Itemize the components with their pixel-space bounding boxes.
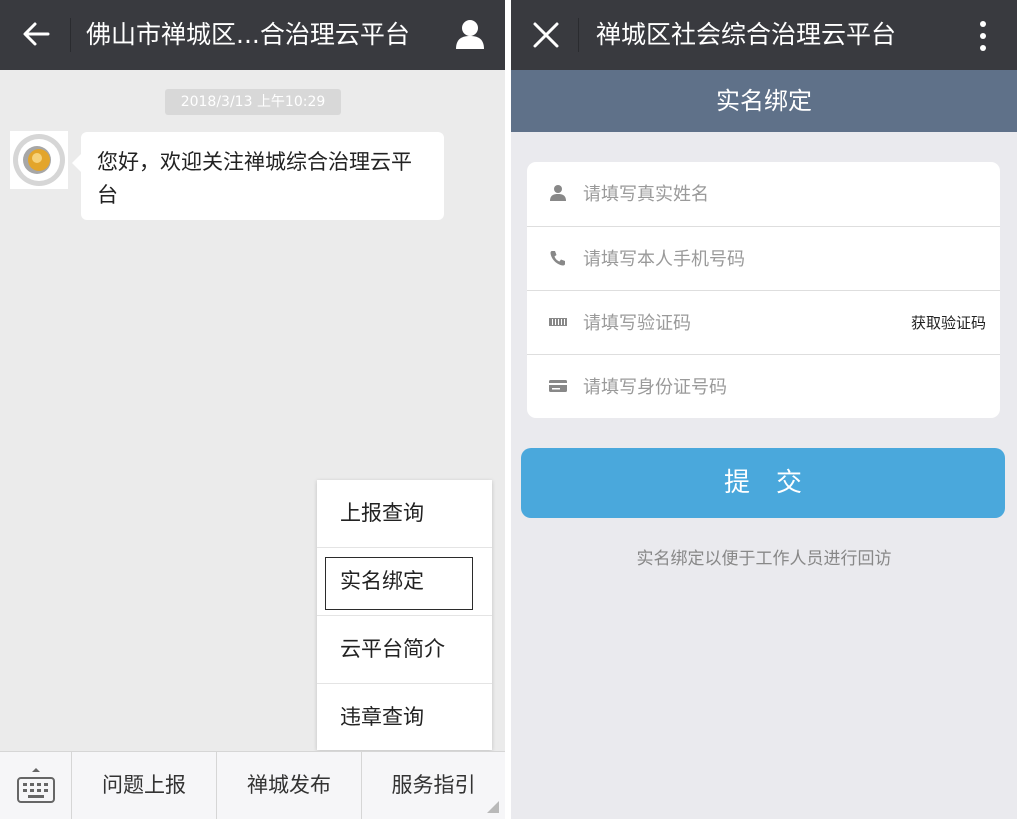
menu-button-label: 服务指引: [391, 773, 476, 797]
real-name-input[interactable]: [583, 162, 883, 226]
form-row-code: 获取验证码: [527, 290, 1000, 355]
submit-button[interactable]: 提交: [521, 448, 1005, 518]
form-panel: 禅城区社会综合治理云平台 实名绑定 获取验证码: [511, 0, 1017, 819]
back-arrow-icon[interactable]: [18, 16, 54, 52]
form-row-name: [527, 162, 1000, 226]
chat-title: 佛山市禅城区...合治理云平台: [86, 20, 410, 49]
binding-note: 实名绑定以便于工作人员进行回访: [636, 549, 892, 569]
message-bubble: 您好，欢迎关注禅城综合治理云平台: [72, 132, 444, 220]
menu-item-platform-intro[interactable]: 云平台简介: [317, 615, 492, 682]
barcode-icon: [549, 318, 567, 326]
divider: [70, 18, 71, 52]
more-options-icon[interactable]: [979, 20, 987, 52]
chat-top-bar: 佛山市禅城区...合治理云平台: [0, 0, 505, 70]
person-icon[interactable]: [455, 18, 485, 50]
person-icon: [550, 185, 566, 201]
menu-item-report-query[interactable]: 上报查询: [317, 480, 492, 547]
keyboard-icon: [17, 768, 55, 803]
menu-button-problem-report[interactable]: 问题上报: [72, 752, 217, 819]
official-account-avatar[interactable]: [10, 131, 68, 189]
menu-item-label: 上报查询: [340, 501, 424, 525]
form-top-bar: 禅城区社会综合治理云平台: [511, 0, 1017, 70]
menu-item-real-name-binding[interactable]: 实名绑定: [317, 547, 492, 614]
page-title: 实名绑定: [511, 70, 1017, 132]
phone-number-input[interactable]: [583, 227, 883, 291]
divider: [578, 18, 579, 52]
popup-submenu: 上报查询 实名绑定 云平台简介 违章查询: [317, 480, 492, 750]
menu-item-label: 实名绑定: [340, 569, 424, 593]
menu-item-violation-query[interactable]: 违章查询: [317, 683, 492, 750]
menu-item-label: 云平台简介: [340, 637, 445, 661]
message-text: 您好，欢迎关注禅城综合治理云平台: [97, 150, 412, 207]
binding-form: 获取验证码: [527, 162, 1000, 418]
menu-button-chancheng-news[interactable]: 禅城发布: [217, 752, 362, 819]
verification-code-input[interactable]: [583, 291, 823, 355]
chat-panel: 佛山市禅城区...合治理云平台 2018/3/13 上午10:29 您好，欢迎关…: [0, 0, 505, 819]
form-row-id: [527, 354, 1000, 418]
close-icon[interactable]: [531, 20, 561, 50]
form-page-header-title: 禅城区社会综合治理云平台: [596, 20, 897, 49]
phone-icon: [550, 251, 565, 266]
message-timestamp: 2018/3/13 上午10:29: [165, 89, 341, 115]
id-number-input[interactable]: [583, 355, 883, 418]
bottom-menu-bar: 问题上报 禅城发布 服务指引: [0, 751, 505, 819]
get-verification-code-button[interactable]: 获取验证码: [911, 313, 986, 333]
form-row-phone: [527, 226, 1000, 291]
keyboard-toggle-button[interactable]: [0, 752, 72, 819]
submenu-indicator-icon: [487, 801, 499, 813]
menu-item-label: 违章查询: [340, 705, 424, 729]
id-card-icon: [549, 380, 567, 392]
menu-button-service-guide[interactable]: 服务指引: [362, 752, 505, 819]
